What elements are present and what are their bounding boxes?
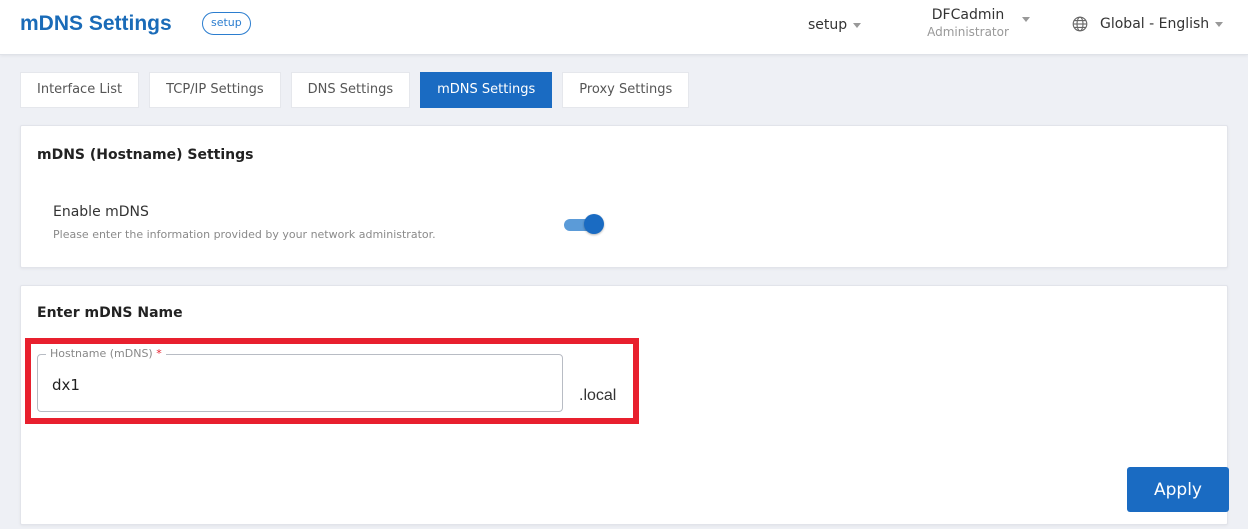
tab-tcpip-settings[interactable]: TCP/IP Settings — [149, 72, 281, 108]
hostname-input[interactable]: Hostname (mDNS) * dx1 — [37, 347, 563, 412]
section-title: mDNS (Hostname) Settings — [37, 147, 254, 163]
globe-icon — [1072, 16, 1088, 32]
hostname-label-text: Hostname (mDNS) — [50, 347, 153, 360]
mdns-name-card: Enter mDNS Name Hostname (mDNS) * dx1 .l… — [20, 285, 1229, 525]
page-title: mDNS Settings — [20, 12, 172, 35]
settings-tabs: Interface List TCP/IP Settings DNS Setti… — [20, 72, 699, 108]
setup-menu-label: setup — [808, 17, 848, 33]
language-label: Global - English — [1100, 16, 1210, 32]
chevron-down-icon — [1022, 17, 1030, 22]
top-header: mDNS Settings setup setup DFCadmin Admin… — [0, 0, 1248, 55]
required-asterisk: * — [156, 347, 162, 360]
tab-dns-settings[interactable]: DNS Settings — [290, 72, 411, 108]
enable-mdns-label: Enable mDNS — [53, 204, 149, 220]
tab-mdns-settings[interactable]: mDNS Settings — [420, 72, 553, 108]
hostname-suffix: .local — [579, 387, 617, 404]
setup-menu[interactable]: setup — [808, 17, 862, 33]
enable-mdns-toggle[interactable] — [564, 213, 604, 235]
user-name: DFCadmin — [931, 7, 1005, 23]
tab-proxy-settings[interactable]: Proxy Settings — [562, 72, 690, 108]
apply-button[interactable]: Apply — [1127, 467, 1229, 512]
mdns-hostname-settings-card: mDNS (Hostname) Settings Enable mDNS Ple… — [20, 125, 1228, 268]
toggle-knob — [584, 214, 604, 234]
hostname-value: dx1 — [52, 376, 80, 394]
chevron-down-icon — [853, 22, 862, 28]
section-title: Enter mDNS Name — [37, 305, 183, 321]
user-menu[interactable]: DFCadmin Administrator — [918, 7, 1030, 39]
language-menu[interactable]: Global - English — [1072, 16, 1224, 32]
hostname-field-label: Hostname (mDNS) * — [46, 347, 166, 360]
setup-badge: setup — [202, 12, 251, 35]
tab-interface-list[interactable]: Interface List — [20, 72, 140, 108]
user-role: Administrator — [927, 25, 1009, 39]
chevron-down-icon — [1215, 21, 1224, 27]
enable-mdns-help-text: Please enter the information provided by… — [53, 228, 436, 241]
